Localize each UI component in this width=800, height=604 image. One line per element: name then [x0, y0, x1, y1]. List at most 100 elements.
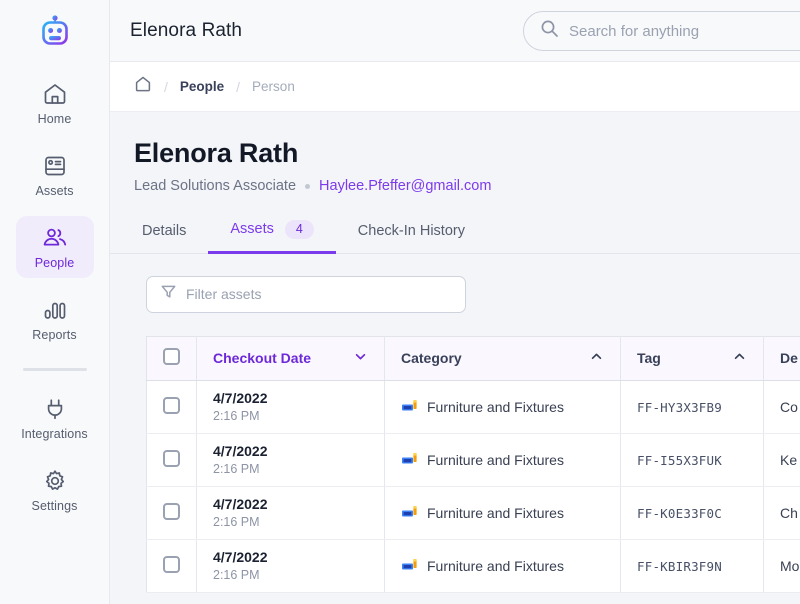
column-label: De [780, 350, 798, 366]
checkout-time: 2:16 PM [213, 568, 260, 583]
app-root: Home Assets People Reports Integrations … [0, 0, 800, 604]
column-header-checkout-date[interactable]: Checkout Date [196, 336, 385, 381]
tab-bar: Details Assets 4 Check-In History [110, 220, 800, 254]
cell-checkout-date: 4/7/2022 2:16 PM [196, 433, 385, 487]
cell-category: Furniture and Fixtures [384, 380, 621, 434]
person-email-link[interactable]: Haylee.Pfeffer@gmail.com [319, 178, 491, 194]
checkout-date: 4/7/2022 [213, 495, 268, 512]
tab-label: Assets [230, 221, 274, 238]
sidebar: Home Assets People Reports Integrations … [0, 0, 110, 604]
asset-tag: FF-KBIR3F9N [637, 558, 722, 574]
checkout-time: 2:16 PM [213, 409, 260, 424]
sidebar-item-people[interactable]: People [15, 216, 94, 278]
search-input[interactable]: Search for anything [569, 23, 699, 40]
cell-description: Ch [763, 486, 800, 540]
checkout-time: 2:16 PM [213, 462, 260, 477]
plug-icon [42, 396, 68, 422]
sidebar-item-integrations[interactable]: Integrations [16, 387, 94, 449]
assets-table: Checkout Date Category Tag De 4/7/2022 2… [146, 335, 800, 593]
column-label: Category [401, 350, 462, 366]
breadcrumb-separator: / [236, 78, 241, 95]
page-subtitle: Lead Solutions Associate Haylee.Pfeffer@… [134, 178, 800, 194]
furniture-icon [401, 504, 418, 522]
asset-tag: FF-K0E33F0C [637, 505, 722, 521]
tab-assets[interactable]: Assets 4 [208, 220, 336, 254]
breadcrumb-separator: / [164, 78, 168, 95]
sidebar-item-label: Integrations [21, 427, 88, 441]
breadcrumb-item-people[interactable]: People [180, 79, 224, 94]
chevron-down-icon[interactable] [353, 349, 368, 367]
column-header-category[interactable]: Category [384, 336, 621, 381]
topbar-title: Elenora Rath [130, 19, 243, 41]
page-header: Elenora Rath Lead Solutions Associate Ha… [110, 138, 800, 194]
category-label: Furniture and Fixtures [427, 557, 564, 574]
table-row[interactable]: 4/7/2022 2:16 PM Furniture and Fixtures … [146, 486, 800, 540]
asset-tag: FF-I55X3FUK [637, 452, 722, 468]
category-label: Furniture and Fixtures [427, 451, 564, 468]
asset-description: Ch [780, 504, 798, 521]
cell-description: Mo [763, 539, 800, 593]
asset-description: Co [780, 398, 798, 415]
sidebar-item-home[interactable]: Home [16, 72, 94, 134]
filter-row: Filter assets [110, 254, 800, 313]
table-row[interactable]: 4/7/2022 2:16 PM Furniture and Fixtures … [146, 380, 800, 434]
cell-checkout-date: 4/7/2022 2:16 PM [196, 539, 385, 593]
assets-table-wrap: Checkout Date Category Tag De 4/7/2022 2… [110, 335, 800, 593]
cell-description: Ke [763, 433, 800, 487]
chevron-up-icon[interactable] [732, 349, 747, 367]
table-header-row: Checkout Date Category Tag De [146, 336, 800, 381]
column-header-tag[interactable]: Tag [620, 336, 764, 381]
furniture-icon [401, 557, 418, 575]
robot-logo-icon[interactable] [36, 12, 74, 50]
row-checkbox[interactable] [163, 396, 180, 414]
content-area: Elenora Rath Lead Solutions Associate Ha… [110, 112, 800, 604]
page-title: Elenora Rath [134, 138, 299, 168]
category-label: Furniture and Fixtures [427, 504, 564, 521]
table-row[interactable]: 4/7/2022 2:16 PM Furniture and Fixtures … [146, 539, 800, 593]
cell-tag: FF-KBIR3F9N [620, 539, 764, 593]
checkout-date: 4/7/2022 [213, 442, 268, 459]
gear-icon [42, 468, 68, 494]
global-search[interactable]: Search for anything [523, 11, 800, 51]
cell-category: Furniture and Fixtures [384, 539, 621, 593]
row-checkbox[interactable] [163, 555, 180, 573]
column-header-description[interactable]: De [763, 336, 800, 381]
cell-tag: FF-HY3X3FB9 [620, 380, 764, 434]
sidebar-item-reports[interactable]: Reports [16, 288, 94, 350]
checkout-date: 4/7/2022 [213, 548, 268, 565]
column-label: Checkout Date [213, 350, 312, 366]
main-area: Elenora Rath Search for anything / Peopl… [110, 0, 800, 604]
cell-checkout-date: 4/7/2022 2:16 PM [196, 380, 385, 434]
home-outline-icon[interactable] [134, 75, 152, 98]
sidebar-item-label: Home [37, 112, 72, 126]
furniture-icon [401, 451, 418, 469]
cell-tag: FF-K0E33F0C [620, 486, 764, 540]
select-all-header [146, 336, 197, 381]
table-head: Checkout Date Category Tag De [146, 336, 800, 381]
category-label: Furniture and Fixtures [427, 398, 564, 415]
chevron-up-icon[interactable] [589, 349, 604, 367]
home-icon [42, 81, 68, 107]
row-select-cell [146, 380, 197, 434]
breadcrumb: / People / Person [110, 62, 800, 112]
cell-description: Co [763, 380, 800, 434]
sidebar-item-label: People [34, 256, 75, 270]
cell-category: Furniture and Fixtures [384, 433, 621, 487]
sidebar-item-settings[interactable]: Settings [16, 459, 94, 521]
breadcrumb-item-person: Person [252, 79, 295, 94]
tab-check-in-history[interactable]: Check-In History [336, 223, 487, 254]
filter-placeholder[interactable]: Filter assets [186, 286, 261, 302]
row-checkbox[interactable] [163, 502, 180, 520]
separator-dot [305, 183, 311, 189]
column-label: Tag [637, 350, 661, 366]
filter-assets-input[interactable]: Filter assets [146, 275, 466, 313]
tab-label: Details [142, 222, 187, 239]
sidebar-item-assets[interactable]: Assets [16, 144, 94, 206]
checkout-time: 2:16 PM [213, 515, 260, 530]
row-checkbox[interactable] [163, 449, 180, 467]
person-role: Lead Solutions Associate [134, 178, 297, 194]
select-all-checkbox[interactable] [163, 348, 180, 365]
tab-details[interactable]: Details [134, 223, 208, 254]
table-row[interactable]: 4/7/2022 2:16 PM Furniture and Fixtures … [146, 433, 800, 487]
sidebar-item-label: Reports [32, 328, 77, 342]
